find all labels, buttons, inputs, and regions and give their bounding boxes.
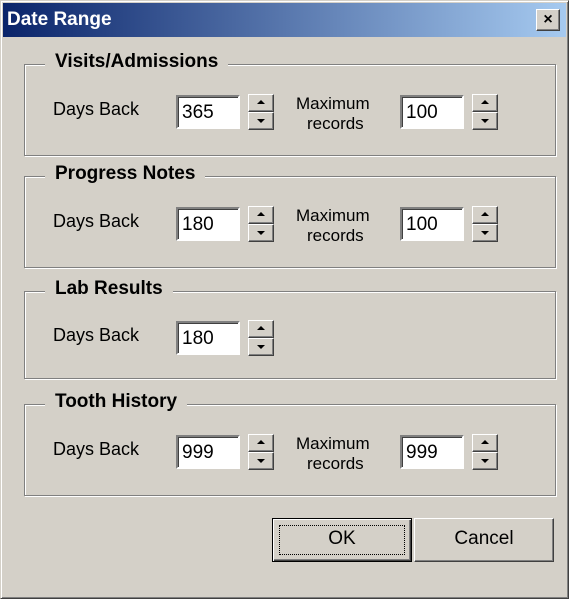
arrow-down-icon <box>481 231 489 235</box>
visits-days-back-down-button[interactable] <box>248 112 274 130</box>
progress-max-records-down-button[interactable] <box>472 224 498 242</box>
cancel-button[interactable]: Cancel <box>414 518 554 562</box>
tooth-history-label: Tooth History <box>45 391 188 413</box>
tooth-days-back-spinner[interactable] <box>248 434 274 470</box>
lab-results-label: Lab Results <box>45 278 173 300</box>
cancel-button-label: Cancel <box>454 528 514 549</box>
progress-days-back-down-button[interactable] <box>248 224 274 242</box>
tooth-days-back-input[interactable]: 999 <box>176 435 240 469</box>
arrow-up-icon <box>481 440 489 444</box>
title-bar[interactable]: Date Range × <box>3 3 566 37</box>
tooth-max-records-spinner[interactable] <box>472 434 498 470</box>
progress-max-records-input[interactable]: 100 <box>400 207 464 241</box>
visits-admissions-group: Visits/Admissions Days Back 365 Maximum … <box>24 51 556 156</box>
progress-records-label: records <box>307 226 364 245</box>
arrow-up-icon <box>481 212 489 216</box>
window-title: Date Range <box>7 9 112 30</box>
ok-button[interactable]: OK <box>272 518 412 562</box>
tooth-max-records-input[interactable]: 999 <box>400 435 464 469</box>
tooth-maximum-label: Maximum <box>296 434 370 453</box>
visits-days-back-input[interactable]: 365 <box>176 95 240 129</box>
tooth-days-back-up-button[interactable] <box>248 434 274 452</box>
visits-records-label: records <box>307 114 364 133</box>
lab-days-back-up-button[interactable] <box>248 320 274 338</box>
lab-days-back-input[interactable]: 180 <box>176 321 240 355</box>
visits-maximum-label: Maximum <box>296 94 370 113</box>
close-button[interactable]: × <box>536 9 560 31</box>
progress-notes-label: Progress Notes <box>45 163 206 185</box>
arrow-down-icon <box>257 231 265 235</box>
arrow-up-icon <box>257 212 265 216</box>
arrow-down-icon <box>481 119 489 123</box>
tooth-history-group: Tooth History Days Back 999 Maximum reco… <box>24 391 556 496</box>
visits-max-records-down-button[interactable] <box>472 112 498 130</box>
lab-days-back-label: Days Back <box>53 325 140 345</box>
arrow-down-icon <box>257 119 265 123</box>
progress-days-back-input[interactable]: 180 <box>176 207 240 241</box>
lab-results-group: Lab Results Days Back 180 <box>24 278 556 379</box>
arrow-up-icon <box>257 440 265 444</box>
progress-days-back-spinner[interactable] <box>248 206 274 242</box>
visits-admissions-label: Visits/Admissions <box>45 51 229 73</box>
progress-max-records-up-button[interactable] <box>472 206 498 224</box>
date-range-dialog: Date Range × Visits/Admissions Days Back… <box>0 0 569 599</box>
visits-days-back-up-button[interactable] <box>248 94 274 112</box>
progress-notes-group: Progress Notes Days Back 180 Maximum rec… <box>24 163 556 268</box>
visits-days-back-spinner[interactable] <box>248 94 274 130</box>
arrow-up-icon <box>257 100 265 104</box>
visits-days-back-label: Days Back <box>53 99 140 119</box>
visits-max-records-up-button[interactable] <box>472 94 498 112</box>
arrow-up-icon <box>257 326 265 330</box>
progress-maximum-label: Maximum <box>296 206 370 225</box>
tooth-days-back-label: Days Back <box>53 439 140 459</box>
arrow-up-icon <box>481 100 489 104</box>
progress-days-back-up-button[interactable] <box>248 206 274 224</box>
arrow-down-icon <box>481 459 489 463</box>
tooth-max-records-down-button[interactable] <box>472 452 498 470</box>
arrow-down-icon <box>257 459 265 463</box>
tooth-days-back-down-button[interactable] <box>248 452 274 470</box>
lab-days-back-spinner[interactable] <box>248 320 274 356</box>
close-icon: × <box>543 11 553 28</box>
focus-rectangle <box>279 525 405 555</box>
tooth-records-label: records <box>307 454 364 473</box>
lab-days-back-down-button[interactable] <box>248 338 274 356</box>
visits-max-records-input[interactable]: 100 <box>400 95 464 129</box>
arrow-down-icon <box>257 345 265 349</box>
tooth-max-records-up-button[interactable] <box>472 434 498 452</box>
visits-max-records-spinner[interactable] <box>472 94 498 130</box>
progress-days-back-label: Days Back <box>53 211 140 231</box>
progress-max-records-spinner[interactable] <box>472 206 498 242</box>
